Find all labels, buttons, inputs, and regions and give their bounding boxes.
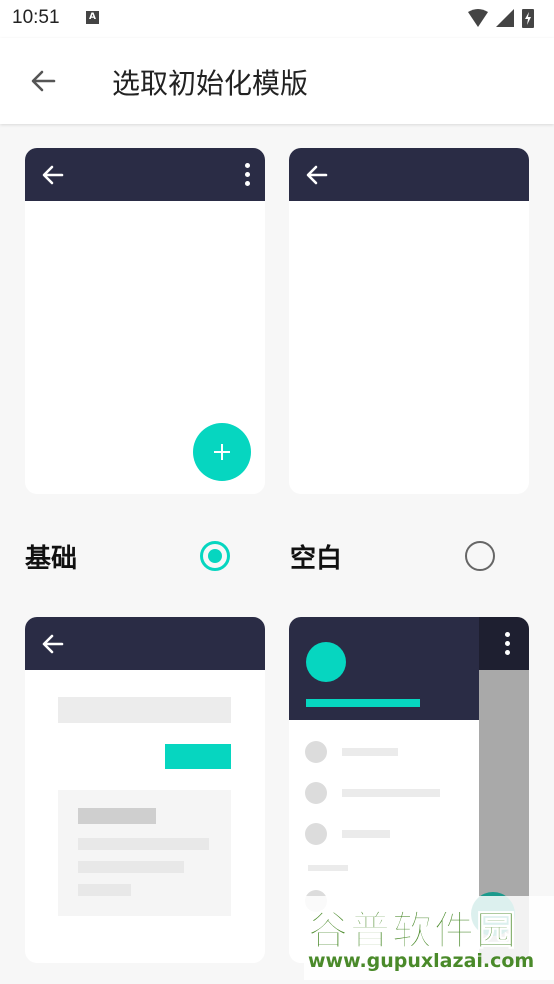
preview-toolbar (289, 148, 529, 201)
status-time: 10:51 (12, 7, 60, 28)
back-arrow-icon[interactable] (24, 61, 64, 101)
radio-basic[interactable] (200, 541, 230, 571)
app-bar: 选取初始化模版 (0, 38, 554, 124)
preview-back-arrow-icon (42, 165, 64, 185)
preview-toolbar (25, 617, 265, 670)
preview-drawer-header (289, 617, 479, 720)
preview-avatar (306, 642, 346, 682)
preview-content-box (58, 790, 231, 916)
page-title: 选取初始化模版 (112, 67, 309, 100)
watermark: 谷普软件园 www.gupuxlazai.com (304, 896, 554, 980)
watermark-url: www.gupuxlazai.com (308, 950, 535, 972)
template-card-basic[interactable] (25, 148, 265, 494)
wifi-icon (468, 9, 488, 27)
preview-toolbar-right (479, 617, 529, 670)
template-label-blank: 空白 (290, 544, 343, 574)
preview-fab-add-icon (193, 423, 251, 481)
notification-icon: A (86, 11, 99, 24)
preview-button (165, 744, 231, 769)
preview-placeholder-bar (58, 697, 231, 723)
preview-more-icon (504, 632, 510, 656)
preview-back-arrow-icon (306, 165, 328, 185)
template-card-form[interactable] (25, 617, 265, 963)
template-label-basic: 基础 (25, 544, 78, 574)
signal-icon (496, 9, 514, 27)
preview-toolbar (25, 148, 265, 201)
preview-back-arrow-icon (42, 634, 64, 654)
status-bar: 10:51 A (0, 0, 554, 38)
radio-blank[interactable] (465, 541, 495, 571)
watermark-text: 谷普软件园 (308, 908, 518, 955)
preview-more-icon (244, 163, 250, 187)
status-icons (468, 9, 534, 28)
template-card-blank[interactable] (289, 148, 529, 494)
